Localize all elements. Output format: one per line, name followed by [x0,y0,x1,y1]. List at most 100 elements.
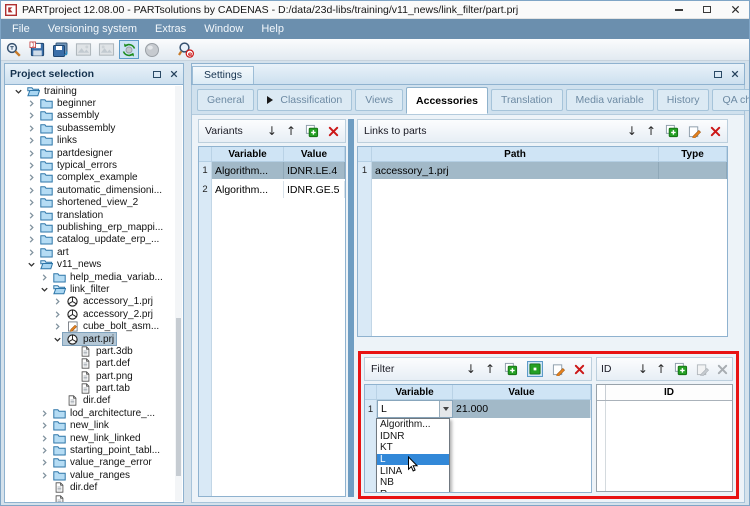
variants-add-icon[interactable] [305,124,319,138]
search-project-icon[interactable] [4,40,24,59]
tree-item-partial[interactable] [5,494,183,502]
collapsed-chevron-icon[interactable] [26,123,37,134]
settings-title-tab[interactable]: Settings [192,66,254,84]
tree-item-dir-def[interactable]: dir.def [5,395,183,407]
filter-delete-icon[interactable] [574,364,585,375]
expanded-chevron-icon[interactable] [52,334,63,345]
id-move-down-icon[interactable]: ↓ [638,363,648,375]
settings-close-icon[interactable] [731,65,739,83]
minimize-button[interactable] [665,1,693,18]
filter-add-icon[interactable] [504,362,518,376]
tab-accessories[interactable]: Accessories [406,87,488,114]
variants-move-down-icon[interactable]: ↓ [267,125,277,137]
tree-item-links[interactable]: links [5,135,183,147]
filter-add-box-icon[interactable] [527,361,543,377]
combobox-dropdown-button[interactable] [439,401,452,417]
tree-item-typical-errors[interactable]: typical_errors [5,159,183,171]
collapsed-chevron-icon[interactable] [26,185,37,196]
collapsed-chevron-icon[interactable] [52,321,63,332]
tree-item-lod-architecture[interactable]: lod_architecture_... [5,407,183,419]
variant-row[interactable]: 1 Algorithm... IDNR.LE.4 [199,162,345,179]
tree-item-value-range-error[interactable]: value_range_error [5,457,183,469]
collapsed-chevron-icon[interactable] [39,457,50,468]
image-export-1-icon[interactable] [73,40,93,59]
collapsed-chevron-icon[interactable] [26,197,37,208]
tree-item-subassembly[interactable]: subassembly [5,122,183,134]
tree-item-v11-news[interactable]: v11_news [5,258,183,270]
tree-item-new-link-linked[interactable]: new_link_linked [5,432,183,444]
save-icon[interactable]: 1 [27,40,47,59]
tree-item-assembly[interactable]: assembly [5,110,183,122]
collapsed-chevron-icon[interactable] [26,234,37,245]
id-move-up-icon[interactable]: ↑ [656,363,666,375]
filter-row[interactable]: 1 L 21.000 [365,400,591,418]
tree-item-starting-point-tabl[interactable]: starting_point_tabl... [5,444,183,456]
collapsed-chevron-icon[interactable] [26,222,37,233]
collapsed-chevron-icon[interactable] [26,172,37,183]
tab-translation[interactable]: Translation [490,89,563,111]
tree-item-complex-example[interactable]: complex_example [5,172,183,184]
collapsed-chevron-icon[interactable] [26,135,37,146]
menu-extras[interactable]: Extras [146,19,195,39]
tab-media-variable[interactable]: Media variable [565,89,654,111]
tree-item-training[interactable]: training [5,85,183,97]
collapsed-chevron-icon[interactable] [26,148,37,159]
tree-item-art[interactable]: art [5,246,183,258]
variable-combobox[interactable]: L [377,400,453,418]
links-delete-icon[interactable] [710,126,721,137]
collapsed-chevron-icon[interactable] [39,420,50,431]
links-move-up-icon[interactable]: ↑ [646,125,656,137]
collapsed-chevron-icon[interactable] [26,160,37,171]
filter-move-down-icon[interactable]: ↓ [466,363,476,375]
tree-item-beginner[interactable]: beginner [5,97,183,109]
collapsed-chevron-icon[interactable] [26,98,37,109]
tree-item-accessory-1-prj[interactable]: accessory_1.prj [5,296,183,308]
tree-item-part-png[interactable]: part.png [5,370,183,382]
menu-help[interactable]: Help [252,19,293,39]
expanded-chevron-icon[interactable] [26,259,37,270]
menu-window[interactable]: Window [195,19,252,39]
links-add-icon[interactable] [665,124,679,138]
tree-item-publishing-erp-mappi[interactable]: publishing_erp_mappi... [5,221,183,233]
collapsed-chevron-icon[interactable] [39,433,50,444]
tree-item-automatic-dimensioni[interactable]: automatic_dimensioni... [5,184,183,196]
tree-item-help-media-variab[interactable]: help_media_variab... [5,271,183,283]
tree-item-partdesigner[interactable]: partdesigner [5,147,183,159]
tree-scrollbar[interactable] [175,86,182,501]
panel-close-icon[interactable] [170,65,178,83]
collapsed-chevron-icon[interactable] [39,408,50,419]
tree-item-part-tab[interactable]: part.tab [5,382,183,394]
dropdown-option-kt[interactable]: KT [377,442,449,454]
dropdown-option-algorithm[interactable]: Algorithm... [377,419,449,431]
links-edit-icon[interactable] [688,125,701,138]
menu-versioning-system[interactable]: Versioning system [39,19,146,39]
tree-scrollbar-thumb[interactable] [176,318,181,477]
variant-row[interactable]: 2 Algorithm... IDNR.GE.5 [199,181,345,198]
variants-delete-icon[interactable] [328,126,339,137]
filter-edit-icon[interactable] [552,363,565,376]
tab-general[interactable]: General [197,89,255,111]
settings-maximize-icon[interactable] [714,65,722,83]
collapsed-chevron-icon[interactable] [39,445,50,456]
tree-item-new-link[interactable]: new_link [5,420,183,432]
publish-globe-icon[interactable] [142,40,162,59]
expanded-chevron-icon[interactable] [13,86,24,97]
tree-item-catalog-update-erp[interactable]: catalog_update_erp_... [5,234,183,246]
save-all-icon[interactable] [50,40,70,59]
maximize-button[interactable] [693,1,721,18]
filter-move-up-icon[interactable]: ↑ [485,363,495,375]
tab-classification[interactable]: Classification [257,89,353,111]
dropdown-option-idnr[interactable]: IDNR [377,431,449,443]
tree-item-accessory-2-prj[interactable]: accessory_2.prj [5,308,183,320]
tree-item-part-prj[interactable]: part.prj [5,332,183,346]
vertical-splitter[interactable] [348,119,354,497]
tab-history[interactable]: History [656,89,710,111]
link-row[interactable]: 1 accessory_1.prj [358,162,727,179]
tree-item-shortened-view-2[interactable]: shortened_view_2 [5,197,183,209]
tab-qa-check[interactable]: QA check [712,89,749,111]
collapsed-chevron-icon[interactable] [39,272,50,283]
collapsed-chevron-icon[interactable] [26,210,37,221]
collapsed-chevron-icon[interactable] [39,470,50,481]
tree-item-dir-def[interactable]: dir.def [5,482,183,494]
collapsed-chevron-icon[interactable] [26,247,37,258]
